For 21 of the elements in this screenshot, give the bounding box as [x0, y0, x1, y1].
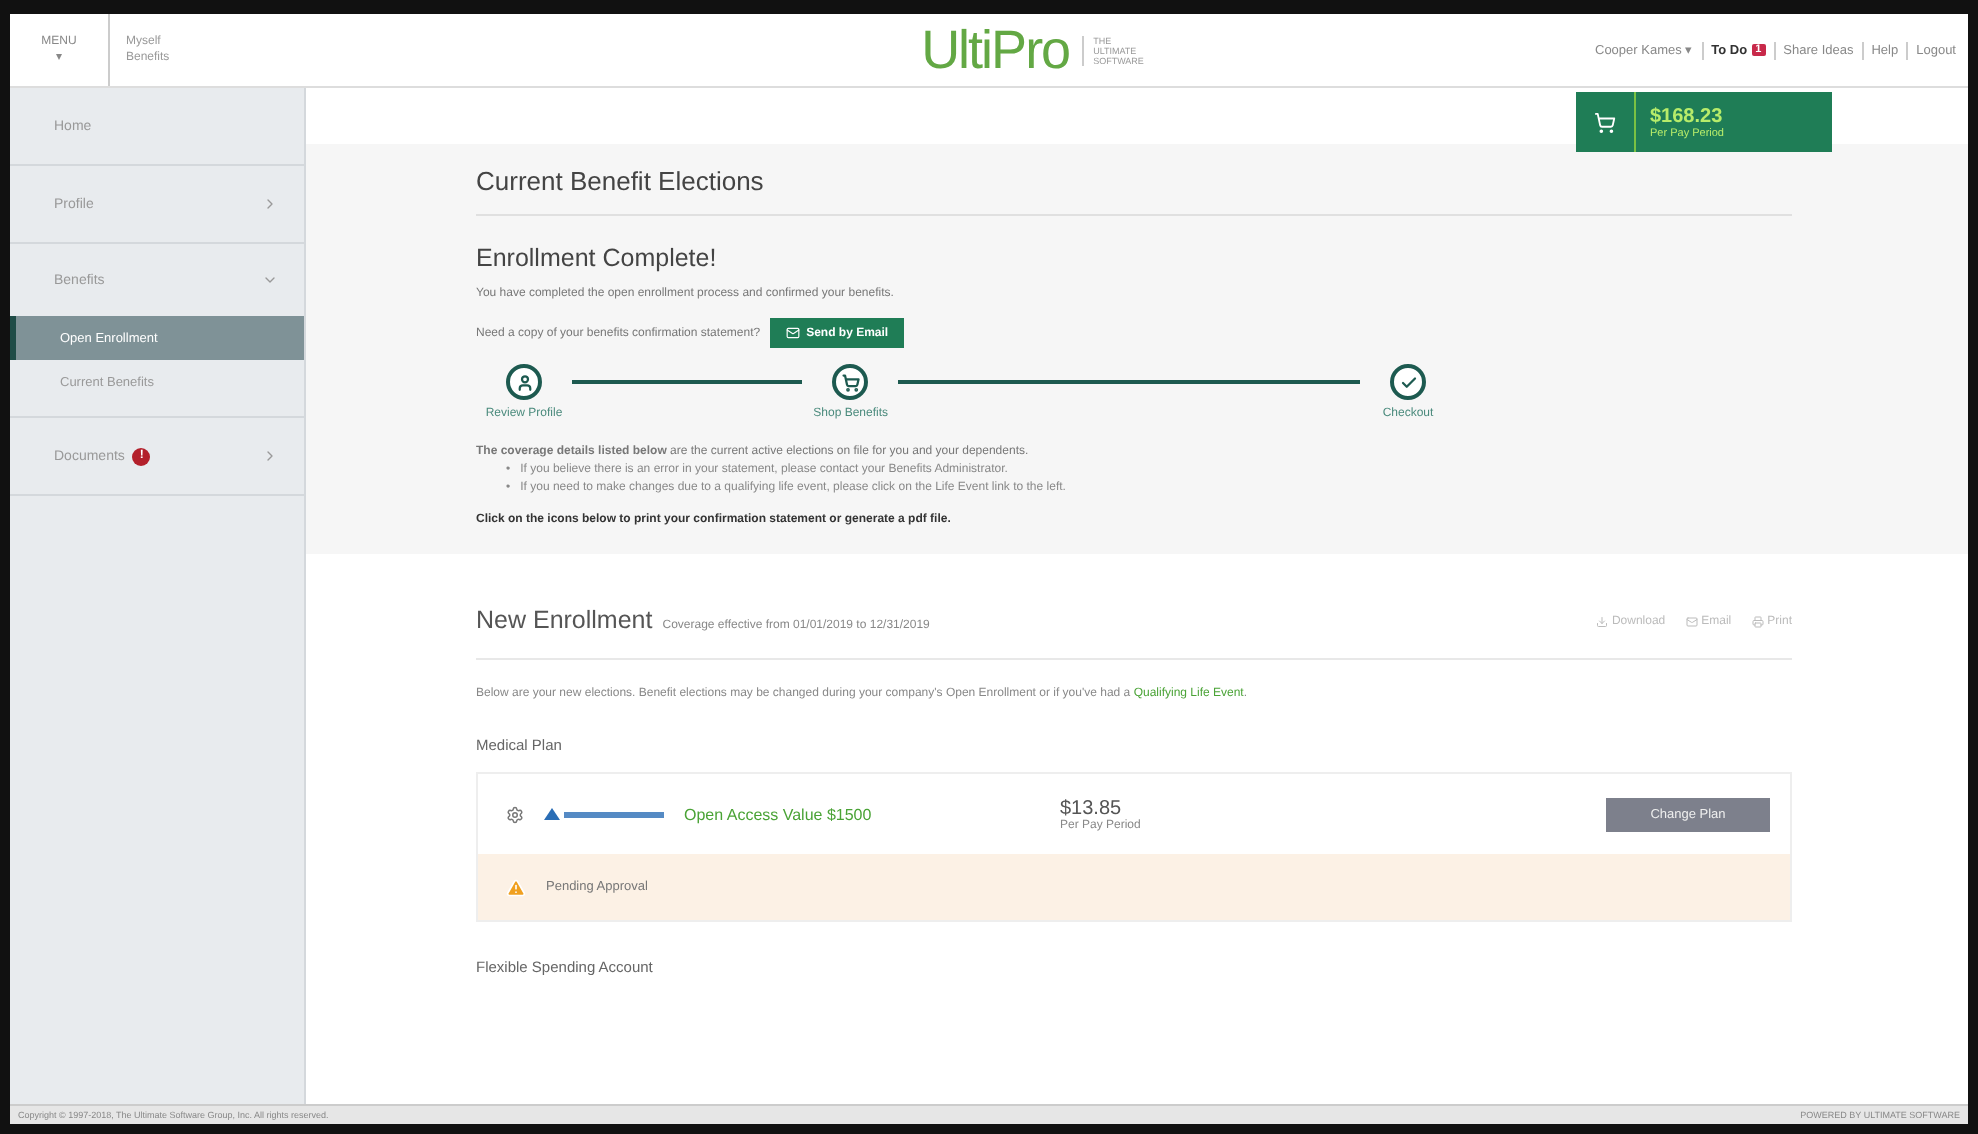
chevron-down-icon	[262, 272, 278, 288]
plan-price: $13.85	[1060, 797, 1124, 819]
mail-icon	[1685, 616, 1698, 628]
printer-icon	[1751, 616, 1764, 628]
cart-icon	[841, 373, 860, 391]
cart-icon	[1594, 111, 1616, 133]
person-icon	[515, 373, 533, 391]
gear-icon[interactable]	[506, 805, 524, 823]
page-title: Current Benefit Elections	[476, 160, 1792, 216]
carrier-logo	[544, 806, 664, 822]
warning-icon	[506, 877, 526, 897]
cart-amount: $168.23	[1650, 105, 1724, 127]
logo: UltiPro	[921, 19, 1070, 81]
check-icon	[1399, 373, 1417, 391]
plan-name[interactable]: Open Access Value $1500	[684, 805, 1060, 823]
section-heading: Enrollment Complete!	[476, 244, 719, 272]
enrollment-title: New Enrollment	[476, 606, 653, 634]
mail-icon	[786, 326, 801, 340]
chevron-right-icon	[262, 448, 278, 464]
chevron-right-icon	[262, 196, 278, 212]
download-icon	[1595, 616, 1608, 628]
